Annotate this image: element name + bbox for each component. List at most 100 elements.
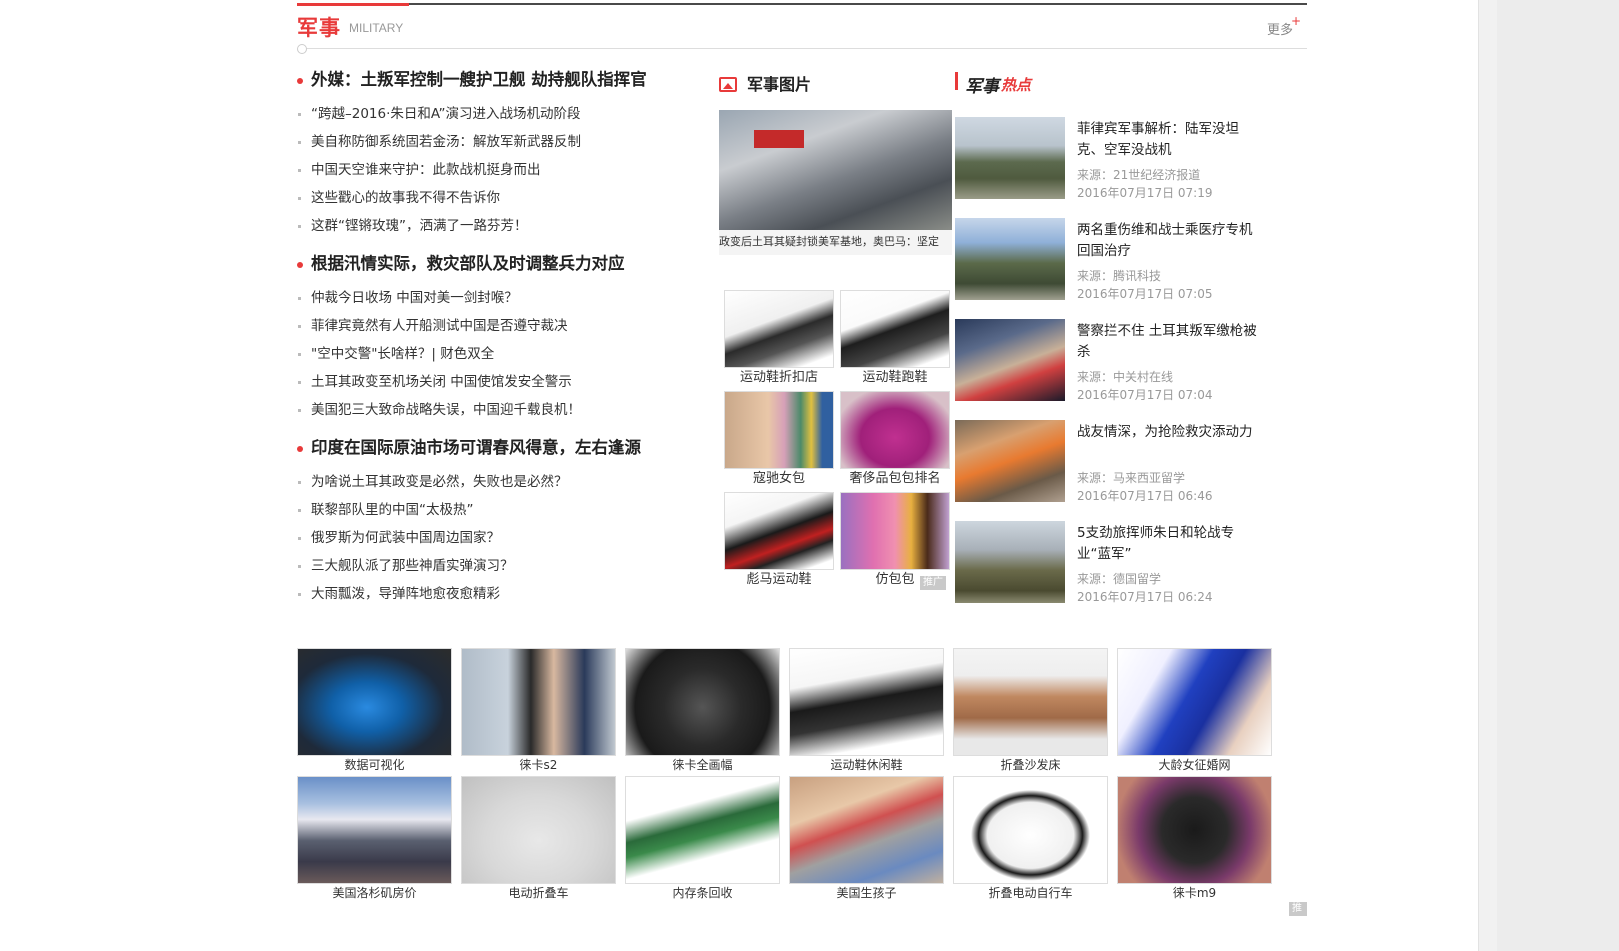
bottom-tile-label[interactable]: 徕卡全画幅 — [625, 756, 780, 774]
hot-item-title[interactable]: 两名重伤维和战士乘医疗专机回国治疗 — [1077, 220, 1265, 262]
featured-photo[interactable]: 政变后土耳其疑封锁美军基地，奥巴马：坚定 — [719, 110, 952, 255]
ad-image[interactable] — [724, 391, 834, 469]
ad-tile[interactable]: 运动鞋跑鞋 — [840, 290, 950, 390]
bottom-tile-image[interactable] — [625, 776, 780, 884]
news-item[interactable]: 俄罗斯为何武装中国周边国家？ — [297, 524, 697, 552]
bottom-tile-label[interactable]: 折叠沙发床 — [953, 756, 1108, 774]
news-item[interactable]: 美国犯三大致命战略失误，中国迎千载良机！ — [297, 396, 697, 424]
hot-item-image[interactable] — [955, 319, 1065, 401]
hot-item-source: 来源：德国留学 — [1077, 572, 1162, 586]
page-scrollbar[interactable] — [1478, 0, 1619, 951]
hot-item[interactable]: 5支劲旅挥师朱日和轮战专业“蓝军” 来源：德国留学 2016年07月17日 06… — [955, 521, 1265, 606]
ad-image[interactable] — [840, 391, 950, 469]
ad-image[interactable] — [724, 492, 834, 570]
hot-item-image[interactable] — [955, 521, 1065, 603]
bottom-tile-image[interactable] — [297, 648, 452, 756]
bottom-tile[interactable]: 美国生孩子 — [789, 776, 944, 906]
bottom-tile-label[interactable]: 美国生孩子 — [789, 884, 944, 902]
bottom-tile[interactable]: 大龄女征婚网 — [1117, 648, 1272, 778]
ad-label[interactable]: 奢侈品包包排名 — [840, 469, 950, 489]
featured-photo-image[interactable] — [719, 110, 952, 230]
bottom-tile-label[interactable]: 美国洛杉矶房价 — [297, 884, 452, 902]
featured-photo-caption[interactable]: 政变后土耳其疑封锁美军基地，奥巴马：坚定 — [719, 233, 952, 251]
bottom-tile[interactable]: 折叠沙发床 — [953, 648, 1108, 778]
ad-label[interactable]: 寇驰女包 — [724, 469, 834, 489]
ad-image[interactable] — [840, 290, 950, 368]
bottom-tile[interactable]: 运动鞋休闲鞋 — [789, 648, 944, 778]
ad-label[interactable]: 运动鞋折扣店 — [724, 368, 834, 388]
bottom-tile-label[interactable]: 电动折叠车 — [461, 884, 616, 902]
news-item[interactable]: "空中交警"长啥样？| 财色双全 — [297, 340, 697, 368]
ad-tile[interactable]: 运动鞋折扣店 — [724, 290, 834, 390]
bottom-tile-image[interactable] — [1117, 648, 1272, 756]
bottom-tile[interactable]: 美国洛杉矶房价 — [297, 776, 452, 906]
bottom-tile[interactable]: 数据可视化 — [297, 648, 452, 778]
news-item[interactable]: 仲裁今日收场 中国对美一剑封喉？ — [297, 284, 697, 312]
more-plus-icon[interactable]: + — [1291, 14, 1301, 28]
bottom-tile-label[interactable]: 内存条回收 — [625, 884, 780, 902]
news-item[interactable]: “跨越–2016·朱日和A”演习进入战场机动阶段 — [297, 100, 697, 128]
bottom-tile[interactable]: 徕卡m9 — [1117, 776, 1272, 906]
bottom-tile-image[interactable] — [953, 776, 1108, 884]
bottom-tile[interactable]: 徕卡全画幅 — [625, 648, 780, 778]
ad-tile[interactable]: 彪马运动鞋 — [724, 492, 834, 592]
news-item[interactable]: 为啥说土耳其政变是必然，失败也是必然？ — [297, 468, 697, 496]
bottom-tile-image[interactable] — [461, 648, 616, 756]
hot-item-title[interactable]: 5支劲旅挥师朱日和轮战专业“蓝军” — [1077, 523, 1265, 565]
hot-column: 军事 热点 菲律宾军事解析：陆军没坦克、空军没战机 来源：21世纪经济报道 20… — [955, 70, 1265, 604]
bottom-tile[interactable]: 徕卡s2 — [461, 648, 616, 778]
bottom-tile-label[interactable]: 徕卡m9 — [1117, 884, 1272, 902]
bottom-tile-image[interactable] — [789, 648, 944, 756]
more-link[interactable]: 更多 — [1267, 19, 1293, 38]
bottom-tile[interactable]: 折叠电动自行车 — [953, 776, 1108, 906]
news-item[interactable]: 美自称防御系统固若金汤：解放军新武器反制 — [297, 128, 697, 156]
ad-image[interactable] — [724, 290, 834, 368]
news-item[interactable]: 大雨瓢泼，导弹阵地愈夜愈精彩 — [297, 580, 697, 608]
news-headline[interactable]: 根据汛情实际，救灾部队及时调整兵力对应 — [297, 250, 697, 284]
bottom-tile-image[interactable] — [953, 648, 1108, 756]
bottom-tile[interactable]: 电动折叠车 — [461, 776, 616, 906]
bottom-tile-image[interactable] — [1117, 776, 1272, 884]
news-item[interactable]: 菲律宾竟然有人开船测试中国是否遵守裁决 — [297, 312, 697, 340]
ad-label[interactable]: 运动鞋跑鞋 — [840, 368, 950, 388]
hot-item-title[interactable]: 警察拦不住 土耳其叛军缴枪被杀 — [1077, 321, 1265, 363]
bottom-tile-label[interactable]: 大龄女征婚网 — [1117, 756, 1272, 774]
news-item[interactable]: 土耳其政变至机场关闭 中国使馆发安全警示 — [297, 368, 697, 396]
bottom-tile-label[interactable]: 运动鞋休闲鞋 — [789, 756, 944, 774]
section-top-line — [297, 3, 1307, 5]
hot-item[interactable]: 警察拦不住 土耳其叛军缴枪被杀 来源：中关村在线 2016年07月17日 07:… — [955, 319, 1265, 404]
bottom-tile-label[interactable]: 数据可视化 — [297, 756, 452, 774]
hot-item-time: 2016年07月17日 06:24 — [1077, 590, 1213, 604]
hot-item-image[interactable] — [955, 117, 1065, 199]
ad-tile[interactable]: 奢侈品包包排名 — [840, 391, 950, 491]
bottom-tile[interactable]: 内存条回收 — [625, 776, 780, 906]
bottom-tile-image[interactable] — [625, 648, 780, 756]
hot-item-time: 2016年07月17日 07:04 — [1077, 388, 1213, 402]
bottom-tile-image[interactable] — [789, 776, 944, 884]
news-headline[interactable]: 外媒：土叛军控制一艘护卫舰 劫持舰队指挥官 — [297, 66, 697, 100]
hot-item[interactable]: 两名重伤维和战士乘医疗专机回国治疗 来源：腾讯科技 2016年07月17日 07… — [955, 218, 1265, 303]
news-item[interactable]: 这些戳心的故事我不得不告诉你 — [297, 184, 697, 212]
hot-item-image[interactable] — [955, 218, 1065, 300]
hot-item-title[interactable]: 战友情深，为抢险救灾添动力 — [1077, 422, 1265, 443]
bottom-tile-image[interactable] — [297, 776, 452, 884]
hot-item[interactable]: 战友情深，为抢险救灾添动力 来源：马来西亚留学 2016年07月17日 06:4… — [955, 420, 1265, 505]
hot-item-source: 来源：中关村在线 — [1077, 370, 1174, 384]
news-item[interactable]: 中国天空谁来守护：此款战机挺身而出 — [297, 156, 697, 184]
ad-tile[interactable]: 寇驰女包 — [724, 391, 834, 491]
bottom-tile-label[interactable]: 徕卡s2 — [461, 756, 616, 774]
news-headline[interactable]: 印度在国际原油市场可谓春风得意，左右逢源 — [297, 434, 697, 468]
hot-item-title[interactable]: 菲律宾军事解析：陆军没坦克、空军没战机 — [1077, 119, 1265, 161]
news-item[interactable]: 这群“铿锵玫瑰”，洒满了一路芬芳！ — [297, 212, 697, 240]
hot-item-time: 2016年07月17日 07:19 — [1077, 186, 1213, 200]
news-item[interactable]: 三大舰队派了那些神盾实弹演习？ — [297, 552, 697, 580]
hot-item[interactable]: 菲律宾军事解析：陆军没坦克、空军没战机 来源：21世纪经济报道 2016年07月… — [955, 117, 1265, 202]
news-item[interactable]: 联黎部队里的中国“太极热” — [297, 496, 697, 524]
ad-label[interactable]: 彪马运动鞋 — [724, 570, 834, 590]
bottom-tile-image[interactable] — [461, 776, 616, 884]
section-divider — [303, 48, 1307, 49]
bottom-tile-label[interactable]: 折叠电动自行车 — [953, 884, 1108, 902]
hot-item-image[interactable] — [955, 420, 1065, 502]
ad-image[interactable] — [840, 492, 950, 570]
military-section: 军事 MILITARY 更多 + 外媒：土叛军控制一艘护卫舰 劫持舰队指挥官 “… — [297, 0, 1307, 951]
